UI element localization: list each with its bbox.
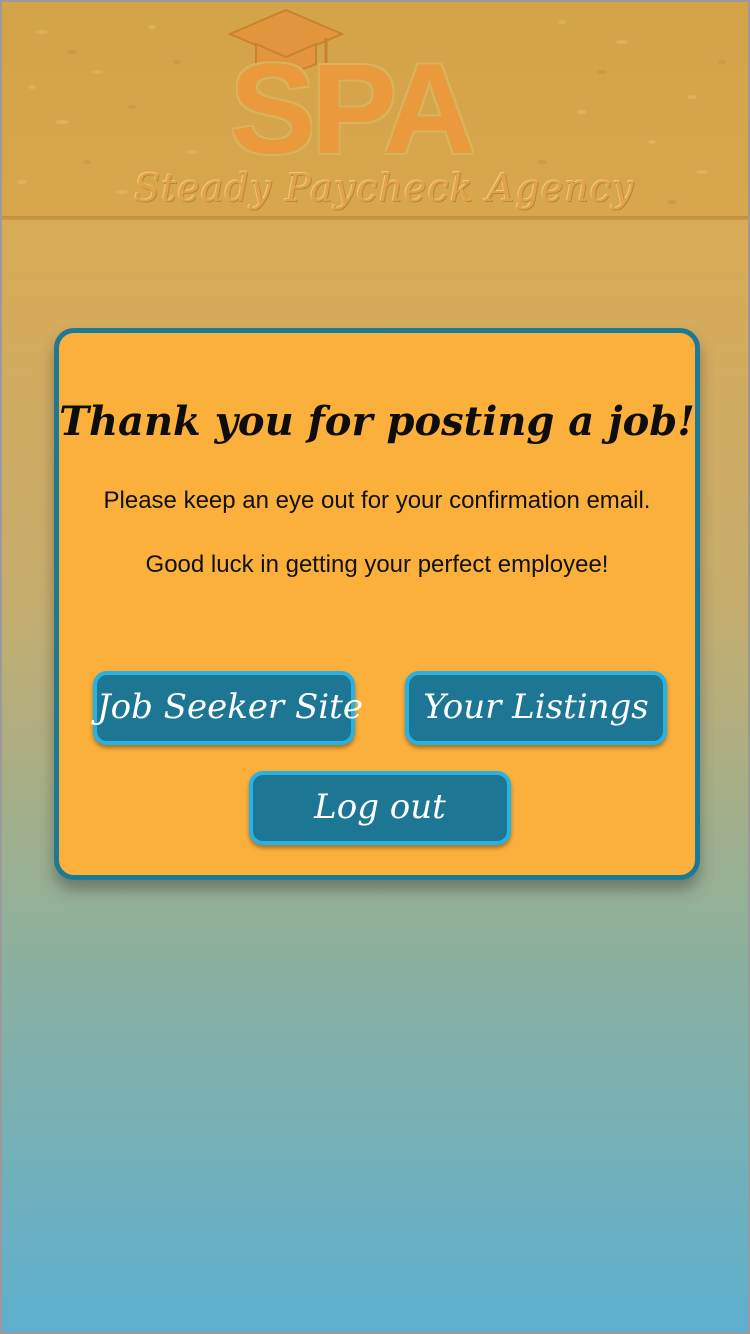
header-banner: SPA Steady Paycheck Agency — [2, 2, 748, 220]
confirmation-email-message: Please keep an eye out for your confirma… — [103, 487, 651, 514]
your-listings-button[interactable]: Your Listings — [405, 671, 667, 745]
dialog-title: Thank you for posting a job! — [59, 398, 695, 445]
logo-tagline: Steady Paycheck Agency — [134, 166, 635, 210]
log-out-button[interactable]: Log out — [249, 771, 511, 845]
logo-wordmark: SPA — [230, 38, 476, 181]
confirmation-dialog: Thank you for posting a job! Please keep… — [54, 328, 700, 880]
app-screen: SPA Steady Paycheck Agency Thank you for… — [0, 0, 750, 1334]
dialog-message: Please keep an eye out for your confirma… — [89, 485, 665, 580]
header-divider — [2, 216, 748, 220]
good-luck-message: Good luck in getting your perfect employ… — [145, 551, 609, 578]
job-seeker-site-button[interactable]: Job Seeker Site — [93, 671, 363, 745]
